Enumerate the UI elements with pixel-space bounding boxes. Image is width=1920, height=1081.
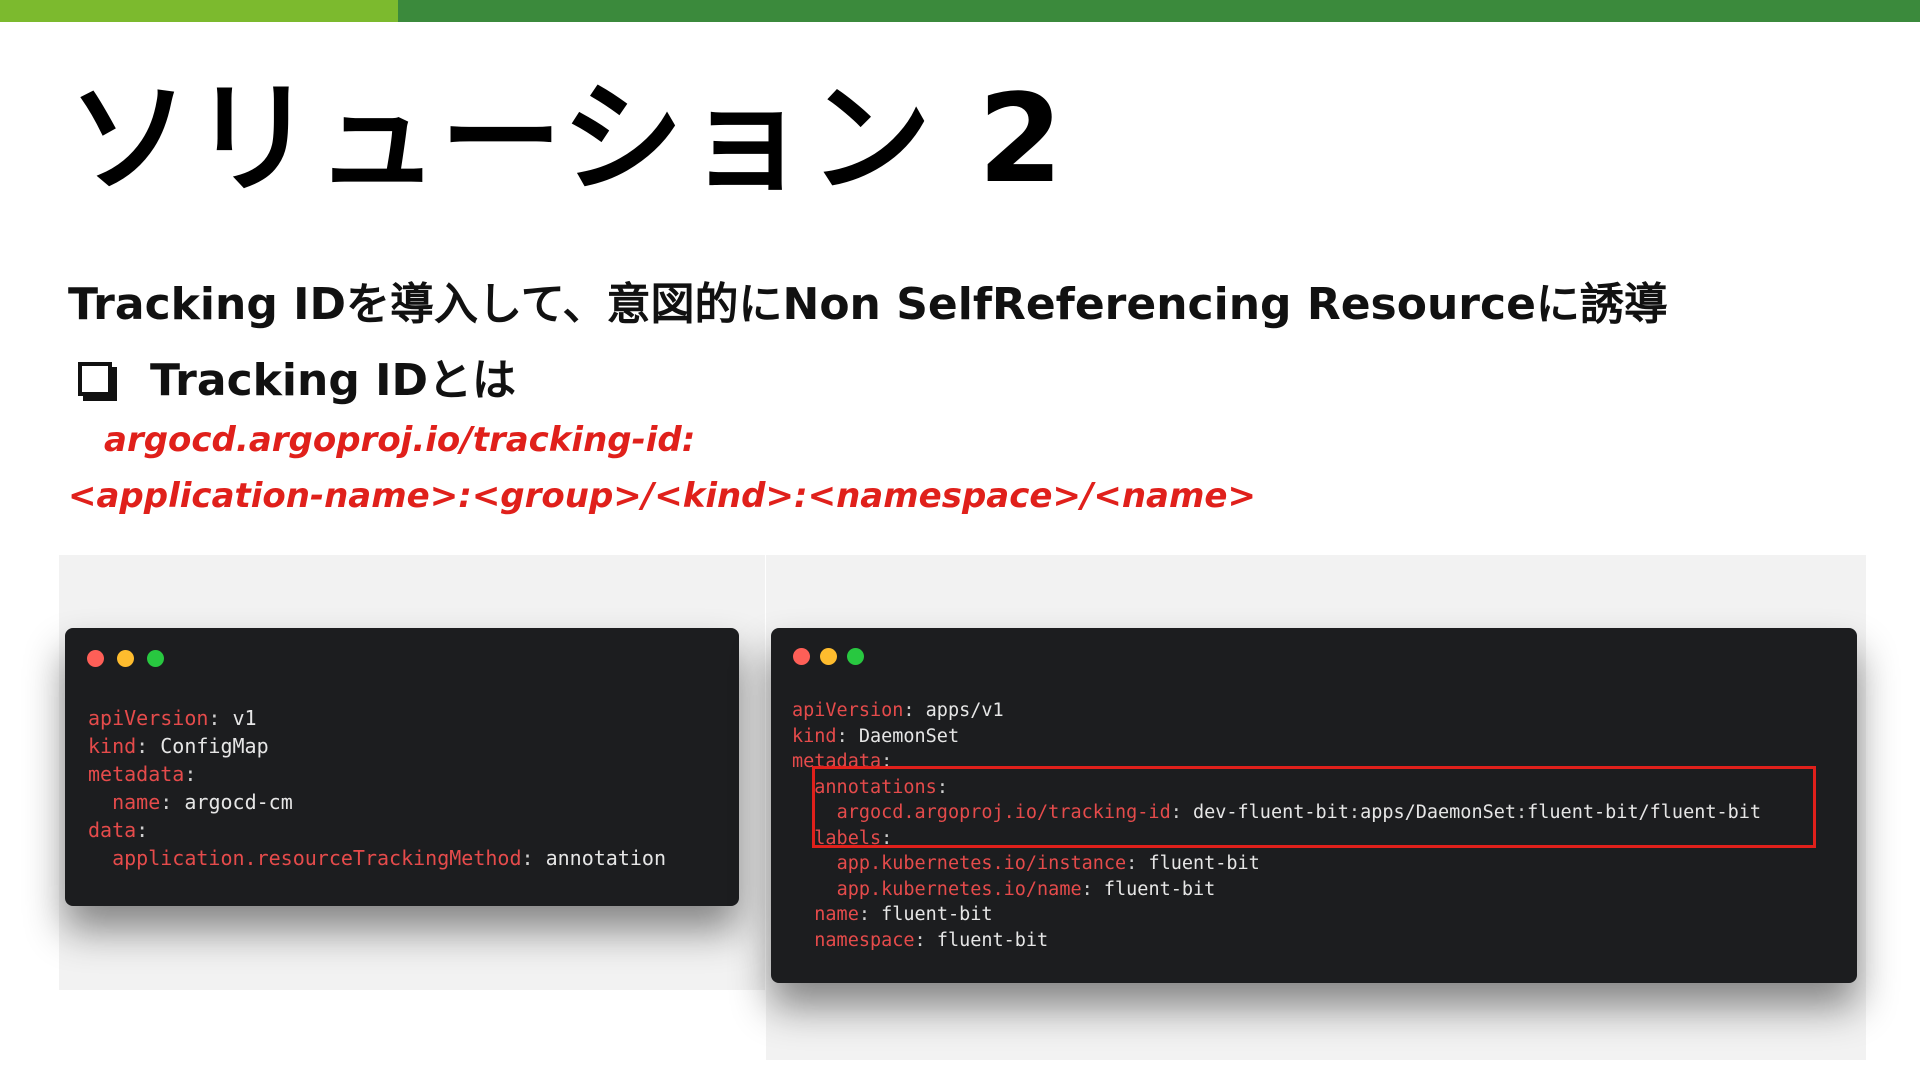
window-maximize-dot-icon xyxy=(847,648,864,665)
window-close-dot-icon xyxy=(793,648,810,665)
tracking-id-format-line-2: <application-name>:<group>/<kind>:<names… xyxy=(68,476,1256,516)
tracking-id-format-line-1: argocd.argoproj.io/tracking-id: xyxy=(104,420,696,460)
window-minimize-dot-icon xyxy=(820,648,837,665)
code-window-configmap: apiVersion: v1 kind: ConfigMap metadata:… xyxy=(65,628,739,906)
window-minimize-dot-icon xyxy=(117,650,134,667)
slide-subtitle: Tracking IDを導入して、意図的にNon SelfReferencing… xyxy=(68,279,1668,330)
bullet-text: Tracking IDとは xyxy=(150,355,517,406)
checkbox-bullet-icon xyxy=(78,362,112,396)
tracking-id-highlight-box xyxy=(812,766,1816,848)
code-window-daemonset: apiVersion: apps/v1 kind: DaemonSet meta… xyxy=(771,628,1857,983)
window-maximize-dot-icon xyxy=(147,650,164,667)
slide-title: ソリューション 2 xyxy=(68,68,1065,210)
window-close-dot-icon xyxy=(87,650,104,667)
top-accent-bar-light xyxy=(0,0,398,22)
code-block-configmap: apiVersion: v1 kind: ConfigMap metadata:… xyxy=(88,706,667,870)
top-accent-bar-dark xyxy=(398,0,1920,22)
bullet-item: Tracking IDとは xyxy=(78,344,516,408)
